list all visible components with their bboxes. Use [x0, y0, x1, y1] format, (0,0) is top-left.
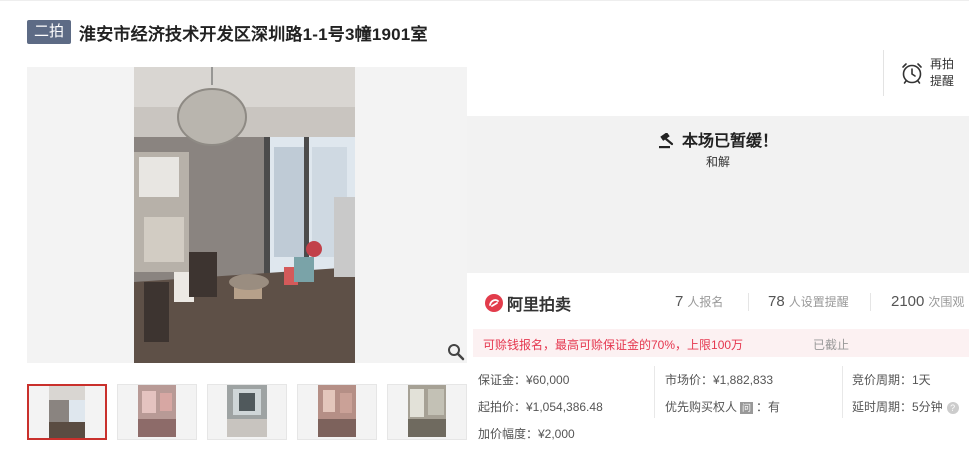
- stat-registrations: 7 人报名: [675, 293, 723, 310]
- priority-buyer-label: 优先购买权人: [665, 400, 738, 414]
- info-column-divider: [654, 366, 655, 418]
- page-title: 淮安市经济技术开发区深圳路1-1号3幢1901室: [79, 24, 428, 44]
- stat-views: 2100 次围观: [891, 293, 964, 310]
- logo-text: 阿里拍卖: [507, 297, 572, 314]
- thumbnail-4[interactable]: [297, 384, 377, 440]
- thumbnail-strip: [27, 384, 467, 440]
- help-icon[interactable]: ?: [946, 402, 959, 414]
- ali-auction-logo[interactable]: 阿里拍卖: [485, 291, 571, 315]
- start-price-info: 起拍价：¥1,054,386.48: [478, 400, 603, 414]
- alarm-clock-icon: [902, 63, 922, 84]
- credit-registration-notice: 可赊钱报名，最高可赊保证金的70%，上限100万 已截止: [473, 329, 969, 357]
- property-photo: [134, 67, 355, 363]
- thumbnail-5[interactable]: [387, 384, 467, 440]
- bid-cycle-info: 竞价周期：1天: [852, 373, 931, 387]
- status-heading: 本场已暂缓！: [467, 127, 969, 151]
- stat-registrations-value: 7: [675, 293, 684, 310]
- thumbnail-3[interactable]: [207, 384, 287, 440]
- reminder-label: 再拍提醒: [930, 57, 955, 88]
- increment-info: 加价幅度：¥2,000: [478, 427, 575, 441]
- auction-round-badge: 二拍: [27, 20, 72, 44]
- ali-auction-logo-icon: [485, 294, 503, 312]
- stat-divider: [870, 293, 871, 311]
- info-column-divider: [842, 366, 843, 418]
- stat-reminders-value: 78: [768, 293, 785, 310]
- delay-cycle-text: 延时周期：5分钟: [852, 400, 943, 414]
- stat-divider: [748, 293, 749, 311]
- auction-status-panel: 本场已暂缓！ 和解: [467, 116, 969, 273]
- deposit-info: 保证金：¥60,000: [478, 373, 570, 387]
- thumbnail-1[interactable]: [27, 384, 107, 440]
- market-price-info: 市场价：¥1,882,833: [665, 373, 774, 387]
- thumbnail-2[interactable]: [117, 384, 197, 440]
- status-title: 本场已暂缓！: [681, 133, 778, 150]
- priority-buyer-value: ：有: [756, 400, 781, 414]
- delay-cycle-info: 延时周期：5分钟?: [852, 398, 959, 415]
- status-reason: 和解: [705, 155, 730, 169]
- rebid-reminder-button[interactable]: 再拍提醒: [900, 56, 958, 90]
- notice-text[interactable]: 可赊钱报名，最高可赊保证金的70%，上限100万: [483, 336, 743, 353]
- stat-reminders-label: 人设置提醒: [788, 295, 849, 309]
- reminder-divider: [883, 50, 884, 96]
- stat-registrations-label: 人报名: [687, 295, 724, 309]
- notice-status: 已截止: [813, 338, 850, 352]
- main-photo-viewer[interactable]: [27, 67, 467, 363]
- priority-buyer-info: 优先购买权人问：有: [665, 398, 780, 415]
- auction-stats-bar: 阿里拍卖 7 人报名 78 人设置提醒 2100 次围观: [467, 282, 969, 322]
- stat-reminders: 78 人设置提醒: [768, 293, 849, 310]
- title-row: 二拍 淮安市经济技术开发区深圳路1-1号3幢1901室: [27, 18, 428, 46]
- stat-views-value: 2100: [891, 293, 925, 310]
- gavel-icon: [658, 132, 674, 149]
- magnifier-icon[interactable]: [447, 343, 465, 361]
- top-divider: [0, 0, 969, 1]
- priority-buyer-tag[interactable]: 问: [740, 402, 754, 414]
- stat-views-label: 次围观: [928, 295, 965, 309]
